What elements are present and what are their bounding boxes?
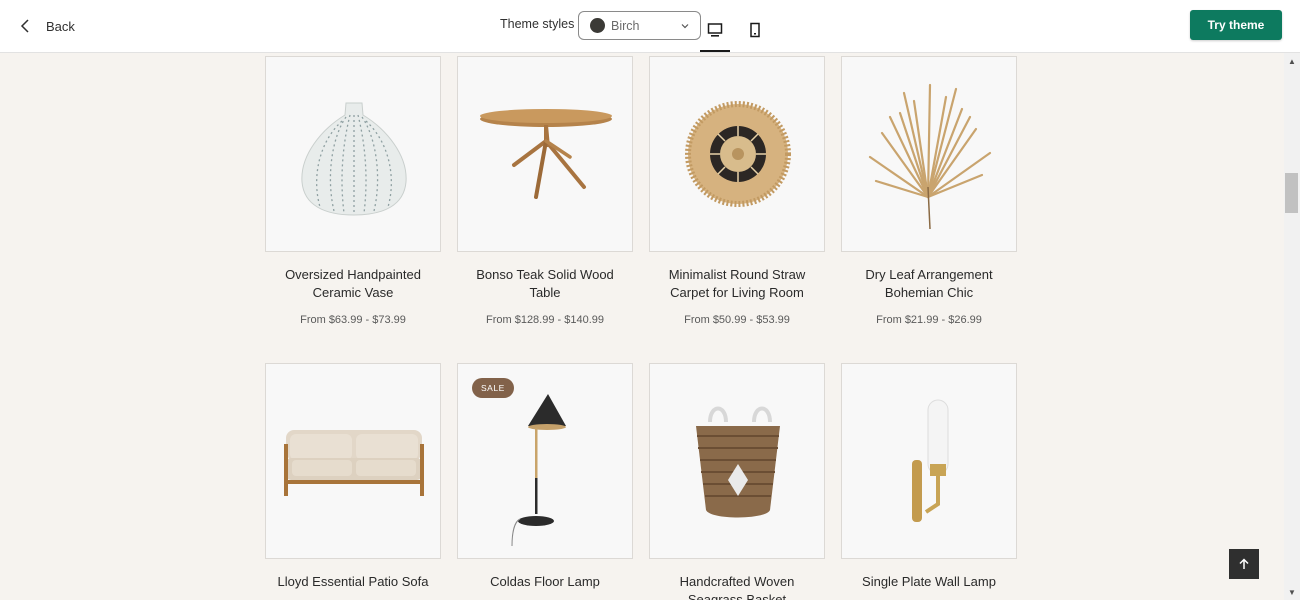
product-card[interactable]: SALE Coldas Floor Lamp	[457, 363, 633, 591]
product-title[interactable]: Single Plate Wall Lamp	[841, 573, 1017, 591]
product-title[interactable]: Bonso Teak Solid Wood Table	[457, 266, 633, 302]
product-price: From $63.99 - $73.99	[300, 314, 406, 326]
theme-style-select[interactable]: Birch	[578, 11, 701, 40]
top-bar: Back Theme styles Birch Try theme	[0, 0, 1300, 53]
product-card[interactable]: Single Plate Wall Lamp	[841, 363, 1017, 591]
desktop-icon	[707, 23, 723, 37]
back-to-top-button[interactable]	[1229, 549, 1259, 579]
product-image[interactable]	[841, 363, 1017, 559]
product-title[interactable]: Coldas Floor Lamp	[457, 573, 633, 591]
product-image[interactable]	[649, 56, 825, 252]
product-card[interactable]: Dry Leaf Arrangement Bohemian Chic From …	[841, 56, 1017, 326]
scroll-up-arrow[interactable]: ▲	[1284, 53, 1300, 69]
chevron-left-icon	[20, 19, 29, 33]
product-image[interactable]: SALE	[457, 363, 633, 559]
color-swatch	[590, 18, 605, 33]
product-image[interactable]	[841, 56, 1017, 252]
theme-style-value: Birch	[611, 18, 640, 33]
product-card[interactable]: Lloyd Essential Patio Sofa	[265, 363, 441, 591]
product-price: From $21.99 - $26.99	[876, 314, 982, 326]
wall-lamp-image	[912, 399, 949, 522]
product-image[interactable]	[457, 56, 633, 252]
product-image[interactable]	[649, 363, 825, 559]
product-title[interactable]: Oversized Handpainted Ceramic Vase	[265, 266, 441, 302]
product-card[interactable]: Oversized Handpainted Ceramic Vase From …	[265, 56, 441, 326]
mobile-view-button[interactable]	[740, 12, 770, 52]
scroll-down-arrow[interactable]: ▼	[1284, 584, 1300, 600]
product-title[interactable]: Lloyd Essential Patio Sofa	[265, 573, 441, 591]
basket-image	[696, 406, 780, 518]
mobile-icon	[750, 22, 760, 38]
back-button[interactable]: Back	[18, 12, 75, 40]
scrollbar-thumb[interactable]	[1285, 173, 1298, 213]
arrow-up-icon	[1239, 558, 1249, 569]
vase-image	[301, 102, 407, 216]
product-price: From $50.99 - $53.99	[684, 314, 790, 326]
product-title[interactable]: Dry Leaf Arrangement Bohemian Chic	[841, 266, 1017, 302]
try-theme-button[interactable]: Try theme	[1190, 10, 1282, 40]
product-title[interactable]: Minimalist Round Straw Carpet for Living…	[649, 266, 825, 302]
product-image[interactable]	[265, 56, 441, 252]
product-card[interactable]: Bonso Teak Solid Wood Table From $128.99…	[457, 56, 633, 326]
dry-leaf-image	[868, 83, 992, 230]
sofa-image	[284, 430, 424, 496]
desktop-view-button[interactable]	[700, 12, 730, 52]
scrollbar-track[interactable]	[1284, 53, 1300, 600]
back-label: Back	[46, 18, 75, 34]
theme-styles-label: Theme styles	[500, 17, 575, 31]
straw-carpet-image	[685, 101, 791, 207]
product-image[interactable]	[265, 363, 441, 559]
product-price: From $128.99 - $140.99	[485, 314, 605, 326]
chevron-down-icon	[681, 23, 689, 28]
table-image	[480, 109, 612, 199]
sale-badge: SALE	[472, 378, 514, 398]
product-title[interactable]: Handcrafted Woven Seagrass Basket	[649, 573, 825, 600]
product-card[interactable]: Handcrafted Woven Seagrass Basket	[649, 363, 825, 600]
product-card[interactable]: Minimalist Round Straw Carpet for Living…	[649, 56, 825, 326]
